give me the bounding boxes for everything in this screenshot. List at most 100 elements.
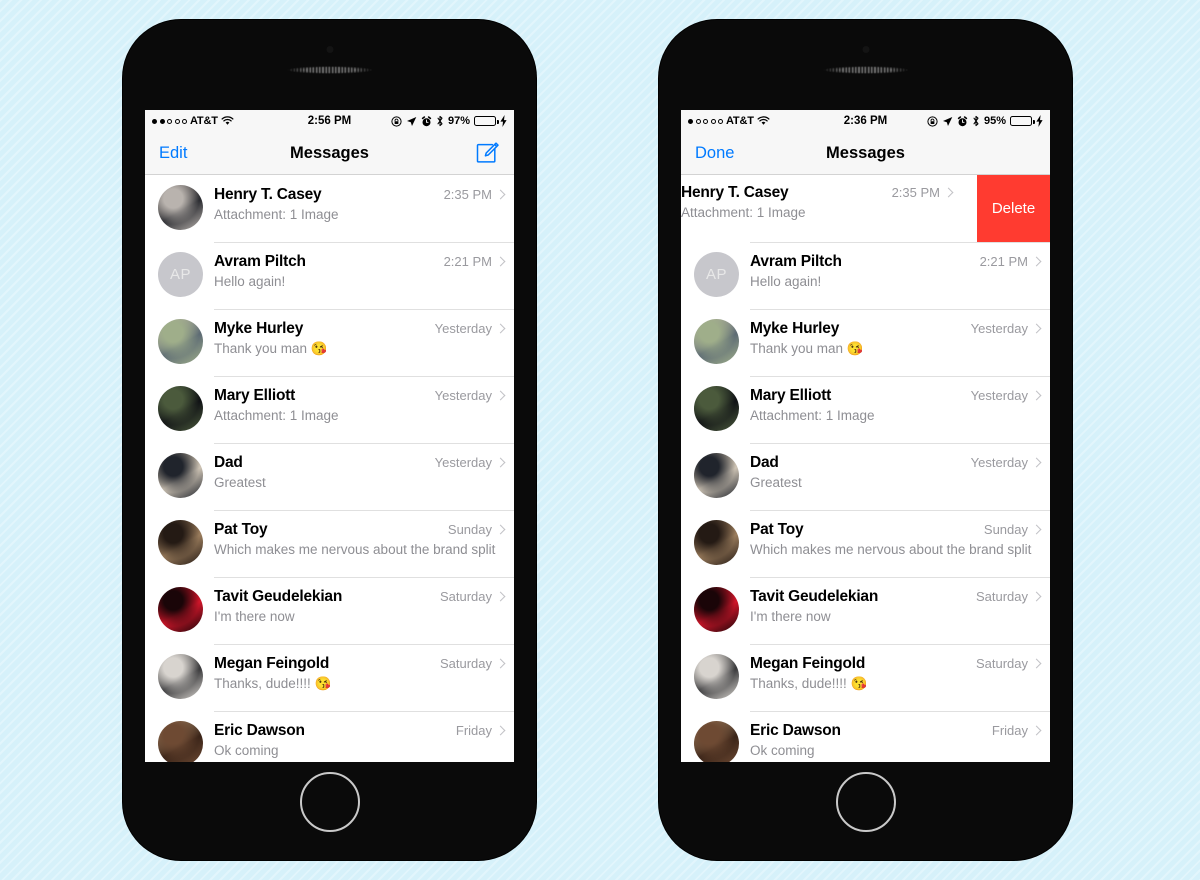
timestamp: Yesterday <box>434 388 492 403</box>
signal-dot <box>182 118 187 124</box>
contact-name: Eric Dawson <box>750 722 841 739</box>
conversation-row[interactable]: Megan Feingold Saturday Thanks, dude!!!! 😘 <box>145 644 514 711</box>
conversation-body: Eric Dawson Friday Ok coming <box>750 721 1042 759</box>
conversation-row[interactable]: AP Avram Piltch 2:21 PM Hello again! <box>681 242 1050 309</box>
conversation-list[interactable]: Henry T. Casey 2:35 PM Attachment: 1 Image… <box>145 175 514 762</box>
done-button[interactable]: Done <box>695 144 734 163</box>
conversation-meta: Yesterday <box>971 455 1042 470</box>
wifi-icon <box>221 116 234 126</box>
conversation-row[interactable]: Dad Yesterday Greatest <box>681 443 1050 510</box>
timestamp: Yesterday <box>434 321 492 336</box>
conversation-header: Pat Toy Sunday <box>750 521 1042 539</box>
location-arrow-icon <box>406 116 417 127</box>
chevron-right-icon <box>1031 323 1042 334</box>
home-button[interactable] <box>299 772 360 832</box>
contact-name: Henry T. Casey <box>681 184 789 201</box>
message-preview: Thank you man 😘 <box>214 341 328 356</box>
conversation-header: Henry T. Casey 2:35 PM <box>681 184 954 202</box>
front-camera-icon <box>326 46 333 53</box>
conversation-list[interactable]: Henry T. Casey 2:35 PM Attachment: 1 Image… <box>681 175 1050 762</box>
conversation-row[interactable]: Eric Dawson Friday Ok coming <box>681 711 1050 762</box>
chevron-right-icon <box>495 323 506 334</box>
chevron-right-icon <box>1031 457 1042 468</box>
chevron-right-icon <box>1031 390 1042 401</box>
contact-name: Pat Toy <box>214 521 268 538</box>
conversation-meta: Saturday <box>975 589 1042 604</box>
timestamp: 2:21 PM <box>443 254 492 269</box>
conversation-meta: 2:35 PM <box>444 187 506 202</box>
conversation-header: Henry T. Casey 2:35 PM <box>214 186 506 204</box>
avatar-initials: AP <box>169 266 191 283</box>
message-preview: Attachment: 1 Image <box>681 205 806 220</box>
conversation-row[interactable]: Myke Hurley Yesterday Thank you man 😘 <box>681 309 1050 376</box>
message-preview: I'm there now <box>750 609 831 624</box>
contact-name: Avram Piltch <box>214 253 306 270</box>
emoji-kiss-icon: 😘 <box>310 341 328 356</box>
conversation-meta: 2:35 PM <box>892 185 954 200</box>
signal-dot <box>710 118 716 124</box>
conversation-row[interactable]: Eric Dawson Friday Ok coming <box>145 711 514 762</box>
navigation-bar: Edit Messages <box>145 132 514 175</box>
avatar <box>694 654 739 699</box>
conversation-row[interactable]: Mary Elliott Yesterday Attachment: 1 Image <box>681 376 1050 443</box>
conversation-row[interactable]: Myke Hurley Yesterday Thank you man 😘 <box>145 309 514 376</box>
conversation-meta: Yesterday <box>435 455 506 470</box>
timestamp: Yesterday <box>970 388 1028 403</box>
home-button[interactable] <box>835 772 896 832</box>
conversation-meta: Saturday <box>976 656 1042 671</box>
message-preview: Ok coming <box>750 743 815 758</box>
chevron-right-icon <box>1031 725 1042 736</box>
conversation-row[interactable]: Pat Toy Sunday Which makes me nervous abou… <box>145 510 514 577</box>
timestamp: 2:21 PM <box>979 254 1028 269</box>
conversation-meta: 2:21 PM <box>979 254 1042 269</box>
conversation-row[interactable]: Henry T. Casey 2:35 PM Attachment: 1 Image <box>145 175 514 242</box>
conversation-body: Henry T. Casey 2:35 PM Attachment: 1 Image <box>214 185 506 223</box>
contact-name: Eric Dawson <box>214 722 305 739</box>
conversation-header: Eric Dawson Friday <box>750 722 1042 740</box>
conversation-row[interactable]: Tavit Geudelekian Saturday I'm there now <box>145 577 514 644</box>
avatar <box>158 654 203 699</box>
conversation-meta: Saturday <box>439 656 506 671</box>
conversation-row[interactable]: AP Avram Piltch 2:21 PM Hello again! <box>145 242 514 309</box>
chevron-right-icon <box>495 524 506 535</box>
avatar <box>694 319 739 364</box>
contact-name: Dad <box>214 454 243 471</box>
chevron-right-icon <box>495 658 506 669</box>
conversation-row-swiped[interactable]: Henry T. Casey 2:35 PM Attachment: 1 Image… <box>681 175 1050 242</box>
emoji-kiss-icon: 😘 <box>314 676 332 691</box>
timestamp: Saturday <box>975 589 1028 604</box>
avatar <box>158 319 203 364</box>
avatar <box>694 587 739 632</box>
conversation-row[interactable]: Dad Yesterday Greatest <box>145 443 514 510</box>
navigation-bar: Done Messages <box>681 132 1050 175</box>
chevron-right-icon <box>495 591 506 602</box>
conversation-header: Dad Yesterday <box>750 454 1042 472</box>
avatar <box>158 520 203 565</box>
conversation-header: Avram Piltch 2:21 PM <box>214 253 506 271</box>
conversation-meta: Yesterday <box>970 388 1042 403</box>
conversation-row[interactable]: Pat Toy Sunday Which makes me nervous abou… <box>681 510 1050 577</box>
conversation-body: Eric Dawson Friday Ok coming <box>214 721 506 759</box>
rotation-lock-icon <box>391 115 402 127</box>
phone-screen: AT&T 2:56 PM 97% Edit Messages Henry T. Casey… <box>145 110 514 762</box>
avatar <box>158 386 203 431</box>
delete-button[interactable]: Delete <box>977 175 1050 242</box>
chevron-right-icon <box>1031 591 1042 602</box>
conversation-row[interactable]: Tavit Geudelekian Saturday I'm there now <box>681 577 1050 644</box>
status-bar: AT&T 2:56 PM 97% <box>145 110 514 132</box>
conversation-meta: Yesterday <box>971 321 1042 336</box>
conversation-body: Myke Hurley Yesterday Thank you man 😘 <box>214 319 506 357</box>
conversation-row[interactable]: Mary Elliott Yesterday Attachment: 1 Image <box>145 376 514 443</box>
contact-name: Myke Hurley <box>214 320 304 337</box>
conversation-header: Dad Yesterday <box>214 454 506 472</box>
earpiece-speaker <box>286 66 373 74</box>
conversation-body: Megan Feingold Saturday Thanks, dude!!!! 😘 <box>750 654 1042 692</box>
message-preview: Which makes me nervous about the brand s… <box>214 542 496 557</box>
avatar <box>158 185 203 230</box>
edit-button[interactable]: Edit <box>159 144 187 163</box>
signal-dot <box>695 118 701 124</box>
compose-icon[interactable] <box>475 141 500 166</box>
timestamp: Saturday <box>439 656 492 671</box>
conversation-row[interactable]: Megan Feingold Saturday Thanks, dude!!!! 😘 <box>681 644 1050 711</box>
conversation-header: Pat Toy Sunday <box>214 521 506 539</box>
